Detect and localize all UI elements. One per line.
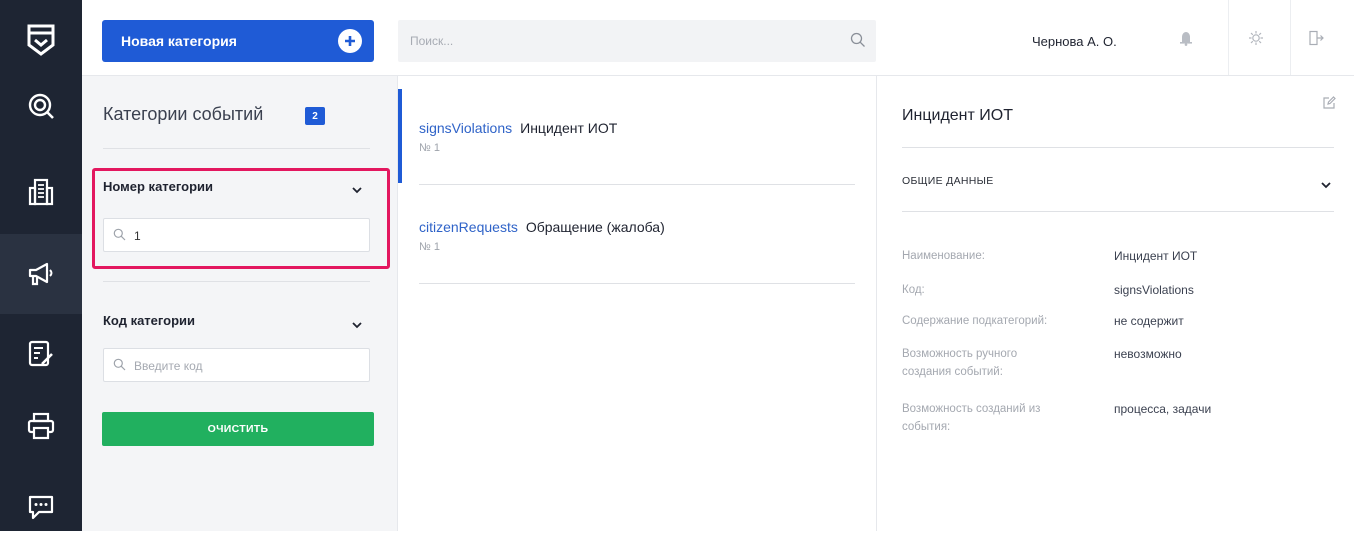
annotation-highlight <box>92 168 390 269</box>
radar-icon <box>28 93 54 119</box>
field-value: процесса, задачи <box>1114 402 1212 416</box>
field-value: Инцидент ИОТ <box>1114 249 1198 263</box>
category-code-input[interactable] <box>132 349 366 383</box>
field-value: невозможно <box>1114 347 1182 361</box>
section-general-data[interactable]: ОБЩИЕ ДАННЫЕ <box>902 175 994 187</box>
category-list: signsViolations Инцидент ИОТ № 1 citizenR… <box>398 76 877 531</box>
divider <box>419 283 855 284</box>
divider <box>902 147 1334 148</box>
new-category-label: Новая категория <box>121 33 237 49</box>
field-label: Наименование: <box>902 250 985 262</box>
chevron-down-icon[interactable] <box>1321 176 1331 194</box>
field-label: Содержание подкатегорий: <box>902 315 1048 327</box>
active-indicator <box>398 89 402 183</box>
detail-panel: Инцидент ИОТ ОБЩИЕ ДАННЫЕ Наименование: … <box>877 76 1354 531</box>
field-label: Возможность ручного создания событий: <box>902 348 1018 378</box>
filter-panel: Категории событий 2 Номер категории Код … <box>82 76 398 531</box>
top-bar: Новая категория Чернова А. О. <box>82 0 1354 76</box>
nav-events[interactable] <box>0 234 82 314</box>
logout-icon[interactable] <box>1308 30 1324 51</box>
edit-icon[interactable] <box>1322 96 1336 115</box>
search-icon[interactable] <box>850 32 866 53</box>
gear-icon[interactable] <box>1248 30 1264 51</box>
category-name: Обращение (жалоба) <box>525 219 665 235</box>
nav-tasks[interactable] <box>0 314 82 394</box>
field-label: Возможность созданий из события: <box>902 403 1041 433</box>
divider <box>103 148 370 149</box>
printer-icon <box>27 412 55 440</box>
category-code: signsViolations <box>419 120 513 136</box>
divider <box>419 184 855 185</box>
clear-button[interactable]: ОЧИСТИТЬ <box>102 412 374 446</box>
category-code-label: Код категории <box>103 313 196 328</box>
panel-title: Категории событий <box>103 104 264 124</box>
field-value: signsViolations <box>1114 283 1194 297</box>
category-code-field <box>103 348 370 383</box>
category-number: № 1 <box>419 142 440 154</box>
nav-rail <box>0 0 82 531</box>
checklist-icon <box>28 340 53 367</box>
user-name[interactable]: Чернова А. О. <box>1032 34 1117 49</box>
category-number: № 1 <box>419 241 440 253</box>
category-name: Инцидент ИОТ <box>520 120 618 136</box>
nav-monitoring[interactable] <box>0 66 82 146</box>
category-code: citizenRequests <box>419 219 518 235</box>
search-input[interactable] <box>398 20 838 62</box>
bell-icon[interactable] <box>1179 30 1193 51</box>
divider <box>902 211 1334 212</box>
detail-title: Инцидент ИОТ <box>902 107 1013 124</box>
nav-print[interactable] <box>0 386 82 466</box>
divider <box>103 281 370 282</box>
megaphone-icon <box>28 262 53 286</box>
building-icon <box>28 178 54 206</box>
chevron-down-icon[interactable] <box>352 316 362 334</box>
plus-icon <box>338 29 362 53</box>
field-label: Код: <box>902 284 925 296</box>
nav-organizations[interactable] <box>0 152 82 232</box>
nav-chat[interactable] <box>0 468 82 548</box>
field-value: не содержит <box>1114 314 1184 328</box>
new-category-button[interactable]: Новая категория <box>102 20 374 62</box>
list-item[interactable]: citizenRequests Обращение (жалоба) № 1 <box>419 219 855 253</box>
toolbar-divider <box>1290 0 1291 75</box>
list-item[interactable]: signsViolations Инцидент ИОТ № 1 <box>419 120 855 154</box>
toolbar-divider <box>1228 0 1229 75</box>
search-box <box>398 20 876 62</box>
search-icon <box>113 358 126 376</box>
count-badge: 2 <box>305 107 325 125</box>
chat-icon <box>28 495 54 520</box>
